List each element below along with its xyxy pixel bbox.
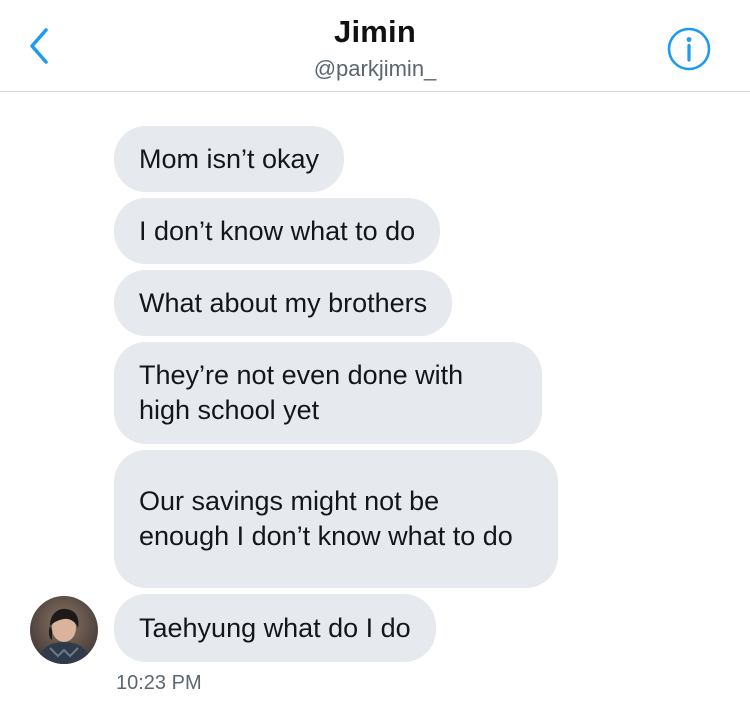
message-timestamp: 10:23 PM: [116, 672, 202, 694]
message-text: Taehyung what do I do: [139, 612, 411, 643]
message-text: Our savings might not be enough I don’t …: [139, 486, 513, 551]
info-button[interactable]: [666, 26, 712, 72]
message-bubble[interactable]: What about my brothers: [114, 270, 453, 336]
message-bubble[interactable]: I don’t know what to do: [114, 198, 441, 264]
message-bubble[interactable]: Mom isn’t okay: [114, 126, 345, 192]
conversation-handle[interactable]: @parkjimin_: [0, 56, 750, 82]
message-text: I don’t know what to do: [139, 215, 416, 246]
message-text: What about my brothers: [139, 287, 428, 318]
message-bubble[interactable]: They’re not even done with high school y…: [114, 342, 542, 444]
message-text: Mom isn’t okay: [139, 143, 320, 174]
avatar-image: [30, 596, 98, 664]
conversation-title[interactable]: Jimin: [0, 14, 750, 50]
avatar[interactable]: [30, 596, 98, 664]
message-bubble[interactable]: Our savings might not be enough I don’t …: [114, 450, 558, 588]
message-bubble[interactable]: Taehyung what do I do: [114, 594, 436, 662]
message-text: They’re not even done with high school y…: [139, 360, 464, 425]
info-circle-icon: [667, 27, 711, 71]
conversation-header: Jimin @parkjimin_: [0, 0, 750, 92]
